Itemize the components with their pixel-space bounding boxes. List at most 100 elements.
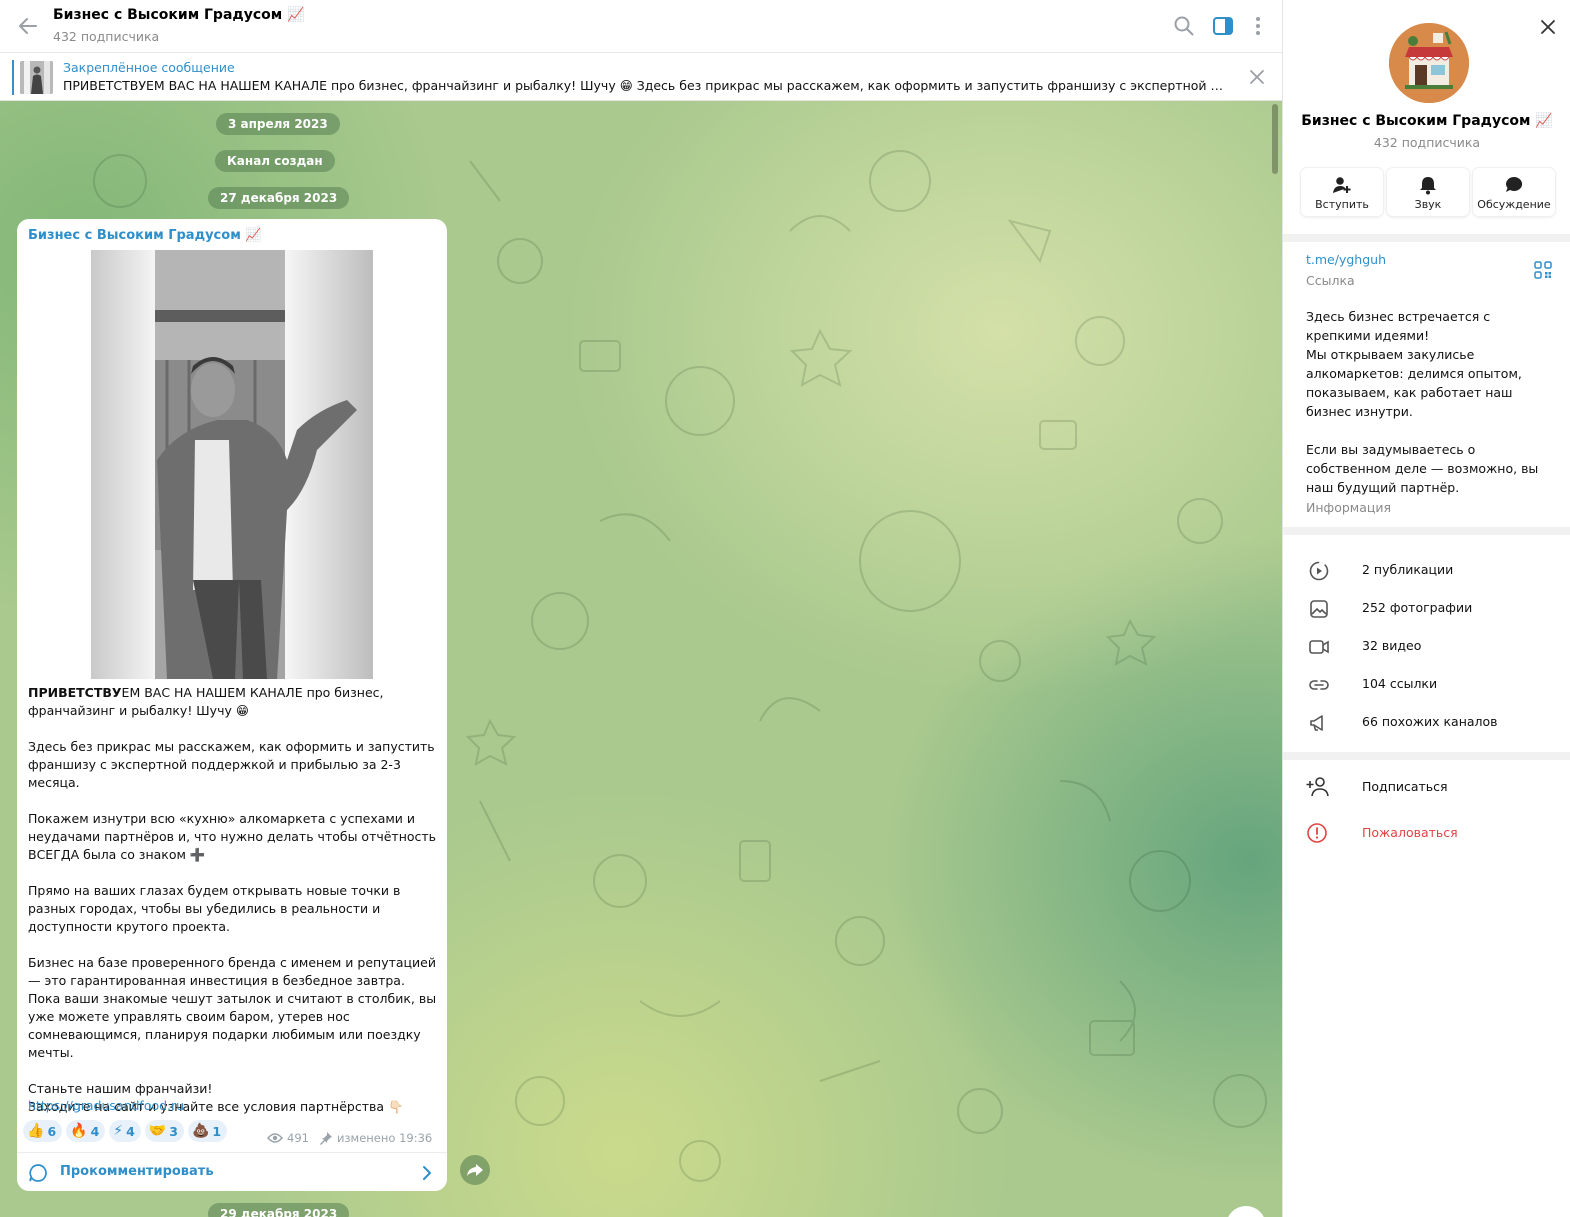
chat-title[interactable]: Бизнес с Высоким Градусом 📈 xyxy=(53,7,305,23)
video-icon xyxy=(1309,640,1329,654)
channel-post: Бизнес с Высоким Градусом 📈 ПРИВЕТСТВУЕМ… xyxy=(17,219,447,1191)
post-paragraph: Станьте нашим франчайзи! xyxy=(28,1081,213,1096)
service-message: Канал создан xyxy=(215,150,335,172)
pinned-message-bar[interactable]: Закреплённое сообщение ПРИВЕТСТВУЕМ ВАС … xyxy=(0,54,1282,101)
pinned-label: Закреплённое сообщение xyxy=(63,60,235,75)
reactions-bar: 👍 6 🔥 4 ⚡ 4 🤝 3 💩 1 xyxy=(23,1120,228,1144)
stat-links-label: 104 ссылки xyxy=(1362,676,1438,691)
description-text: Здесь бизнес встречается с крепкими идея… xyxy=(1306,309,1491,343)
post-paragraph: Прямо на ваших глазах будем открывать но… xyxy=(28,883,401,934)
stat-links[interactable]: 104 ссылки xyxy=(1283,665,1570,703)
join-label: Вступить xyxy=(1315,198,1369,211)
channel-subscribers: 432 подписчика xyxy=(1373,135,1481,150)
megaphone-icon xyxy=(1310,715,1323,731)
report-action[interactable]: Пожаловаться xyxy=(1283,813,1570,853)
reaction-emoji: 👍 xyxy=(27,1123,45,1139)
more-menu-icon[interactable] xyxy=(1246,14,1270,38)
channel-title: Бизнес с Высоким Градусом 📈 xyxy=(1301,113,1553,129)
share-arrow-icon xyxy=(467,1164,483,1176)
pinned-indicator xyxy=(12,60,14,95)
pinned-text: ПРИВЕТСТВУЕМ ВАС НА НАШЕМ КАНАЛЕ про биз… xyxy=(63,78,1228,93)
sidebar-toggle-icon[interactable] xyxy=(1211,14,1235,38)
add-user-icon xyxy=(1333,177,1351,193)
reaction-emoji: 🔥 xyxy=(70,1123,88,1139)
back-arrow-icon[interactable] xyxy=(14,12,42,40)
section-divider xyxy=(1283,752,1570,760)
chat-bubble-icon xyxy=(1506,176,1523,192)
section-divider xyxy=(1283,527,1570,535)
sound-button[interactable]: Звук xyxy=(1387,168,1469,216)
date-separator: 29 декабря 2023 xyxy=(208,1203,350,1217)
stat-similar[interactable]: 66 похожих каналов xyxy=(1283,703,1570,741)
link-icon xyxy=(1309,680,1329,690)
channel-link[interactable]: t.me/yghguh xyxy=(1306,252,1386,267)
close-pinned-icon[interactable] xyxy=(1246,66,1268,88)
channel-actions: Вступить Звук Обсуждение xyxy=(1301,168,1555,216)
stat-videos[interactable]: 32 видео xyxy=(1283,627,1570,665)
reaction-chip[interactable]: 💩 1 xyxy=(187,1120,228,1142)
chat-area: Бизнес с Высоким Градусом 📈 432 подписчи… xyxy=(0,0,1282,1217)
post-photo[interactable] xyxy=(17,250,447,679)
post-lead-bold: ПРИВЕТСТВУ xyxy=(28,685,122,700)
reaction-chip[interactable]: 🤝 3 xyxy=(144,1120,184,1142)
stat-similar-label: 66 похожих каналов xyxy=(1362,714,1498,729)
channel-description: Здесь бизнес встречается с крепкими идея… xyxy=(1306,307,1556,497)
report-label: Пожаловаться xyxy=(1362,825,1458,840)
join-button[interactable]: Вступить xyxy=(1301,168,1383,216)
warning-icon xyxy=(1307,823,1327,843)
reaction-chip[interactable]: ⚡ 4 xyxy=(109,1120,141,1142)
comment-icon xyxy=(29,1164,47,1182)
chat-header: Бизнес с Высоким Градусом 📈 432 подписчи… xyxy=(0,0,1282,53)
post-link[interactable]: https://gradusandfood.ru xyxy=(28,1098,184,1113)
post-meta: 491 изменено 19:36 xyxy=(267,1131,432,1145)
stat-posts-label: 2 публикации xyxy=(1362,562,1454,577)
post-paragraph: Бизнес на базе проверенного бренда с име… xyxy=(28,955,437,1060)
channel-info-panel: Бизнес с Высоким Градусом 📈 432 подписчи… xyxy=(1282,0,1570,1217)
channel-avatar[interactable] xyxy=(1389,23,1469,103)
edited-time: изменено 19:36 xyxy=(336,1131,433,1145)
add-user-icon xyxy=(1306,777,1329,797)
close-icon[interactable] xyxy=(1537,16,1559,38)
reaction-emoji: ⚡ xyxy=(113,1123,124,1139)
description-text: Если вы задумываетесь о собственном деле… xyxy=(1306,442,1539,495)
subscribe-label: Подписаться xyxy=(1362,779,1448,794)
post-paragraph: Покажем изнутри всю «кухню» алкомаркета … xyxy=(28,811,437,862)
reaction-chip[interactable]: 👍 6 xyxy=(23,1120,63,1142)
date-separator: 27 декабря 2023 xyxy=(208,187,350,209)
channel-link-label: Ссылка xyxy=(1306,273,1355,288)
comment-button[interactable]: Прокомментировать xyxy=(17,1152,447,1191)
subscribe-action[interactable]: Подписаться xyxy=(1283,767,1570,807)
post-author[interactable]: Бизнес с Высоким Градусом 📈 xyxy=(28,228,262,243)
reaction-count: 1 xyxy=(212,1123,222,1139)
chevron-right-icon xyxy=(423,1166,431,1180)
chat-scrollbar[interactable] xyxy=(1272,104,1278,174)
stat-posts[interactable]: 2 публикации xyxy=(1283,551,1570,589)
section-divider xyxy=(1283,234,1570,242)
comment-label: Прокомментировать xyxy=(60,1164,214,1179)
reaction-chip[interactable]: 🔥 4 xyxy=(66,1120,106,1142)
pinned-thumbnail xyxy=(20,61,53,94)
bell-icon xyxy=(1420,177,1436,195)
publications-icon xyxy=(1309,561,1329,581)
reaction-count: 4 xyxy=(90,1123,100,1139)
stat-videos-label: 32 видео xyxy=(1362,638,1422,653)
reaction-emoji: 🤝 xyxy=(148,1123,167,1139)
qr-code-icon[interactable] xyxy=(1534,261,1552,279)
share-button[interactable] xyxy=(460,1155,490,1185)
eye-icon xyxy=(267,1133,283,1143)
discussion-label: Обсуждение xyxy=(1477,198,1551,211)
date-separator: 3 апреля 2023 xyxy=(216,113,340,135)
post-paragraph: Здесь без прикрас мы расскажем, как офор… xyxy=(28,739,435,790)
subscriber-count: 432 подписчика xyxy=(53,29,160,44)
discussion-button[interactable]: Обсуждение xyxy=(1473,168,1555,216)
post-text: ПРИВЕТСТВУЕМ ВАС НА НАШЕМ КАНАЛЕ про биз… xyxy=(28,684,440,1116)
description-label: Информация xyxy=(1306,500,1392,515)
stat-photos[interactable]: 252 фотографии xyxy=(1283,589,1570,627)
photo-icon xyxy=(1310,600,1328,618)
reaction-emoji: 💩 xyxy=(191,1123,210,1139)
reaction-count: 3 xyxy=(169,1123,178,1139)
search-icon[interactable] xyxy=(1172,14,1196,38)
sound-label: Звук xyxy=(1414,198,1442,211)
stat-photos-label: 252 фотографии xyxy=(1362,600,1473,615)
reaction-count: 4 xyxy=(126,1123,135,1139)
